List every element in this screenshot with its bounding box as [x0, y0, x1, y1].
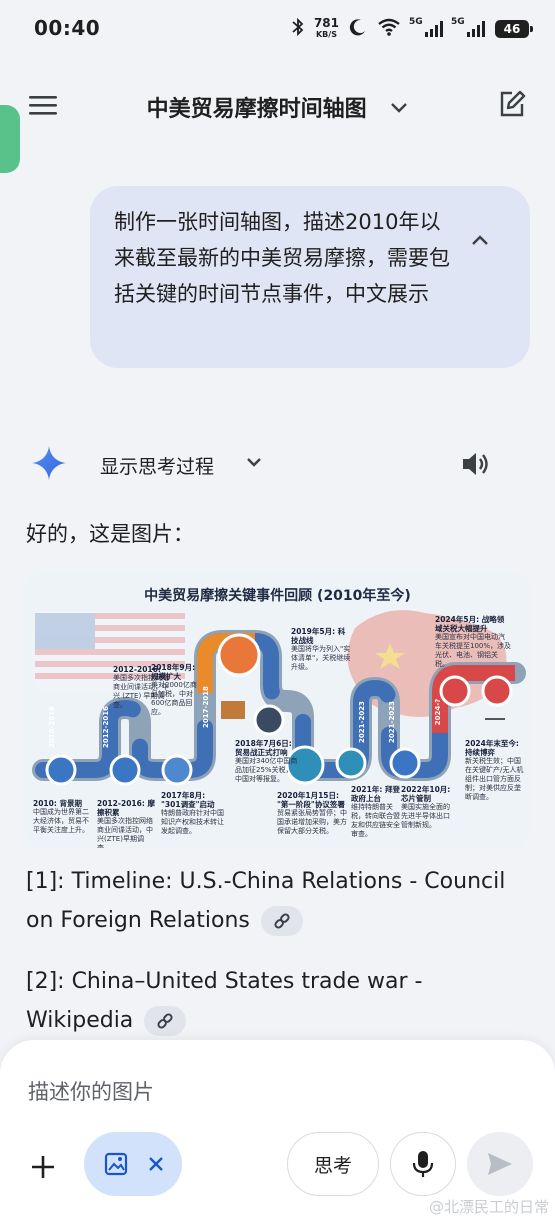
event-heading: 2024年末至今: 持续博弈 [465, 739, 519, 757]
event-heading: 2021年: 拜登政府上台 [351, 785, 400, 803]
battery-icon: 46 [495, 20, 533, 38]
reference-link-button[interactable] [260, 906, 303, 936]
event-2021: 2021年: 拜登政府上台 维持特朗普关税，转向联合盟友和供应链安全审查。 [351, 785, 401, 839]
signal-sim2-icon: 5G [451, 17, 485, 37]
bluetooth-icon [292, 17, 304, 42]
event-2018-07: 2018年7月6日: 贸易战正式打响 美国对340亿中国商品加征25%关税，中国对… [235, 739, 299, 784]
event-heading: 2018年7月6日: 贸易战正式打响 [235, 739, 292, 757]
year-segment-2: 2012-2016 [101, 706, 110, 748]
event-heading: 2018年9月: 规模扩大 [151, 663, 196, 681]
moon-icon [349, 18, 367, 41]
event-heading: 2019年5月: 科技战线 [291, 627, 346, 645]
year-segment-5: 2021-2023 [387, 701, 396, 743]
wifi-icon [377, 18, 401, 41]
link-icon [157, 1013, 173, 1029]
event-body: 美对2000亿商品加税，中对600亿商品回应。 [151, 681, 197, 716]
event-heading: 2010: 背景期 [33, 799, 82, 808]
new-chat-button[interactable] [495, 86, 529, 122]
event-body: 美国宣布对中国电动汽车关税提至100%，涉及光伏、电池、钢铝关税。 [435, 633, 512, 668]
event-2022-10: 2022年10月: 芯片管制 美国实施全面的先进半导体出口管制新规。 [401, 785, 455, 830]
microphone-button[interactable] [390, 1132, 456, 1196]
think-mode-button[interactable]: 思考 [287, 1132, 379, 1196]
network-speed: 781 KB/S [313, 16, 339, 40]
page-title: 中美贸易摩擦时间轴图 [146, 97, 367, 122]
collapse-message-button[interactable] [466, 226, 494, 254]
status-icons: 781 KB/S 5G 5G 46 [292, 14, 533, 44]
edit-icon [500, 90, 526, 117]
reference-item[interactable]: [1]: Timeline: U.S.-China Relations - Co… [26, 862, 526, 940]
link-icon [274, 913, 290, 929]
image-tool-chip[interactable] [84, 1132, 182, 1196]
speaker-icon [463, 453, 488, 475]
event-heading: 2022年10月: 芯片管制 [401, 785, 451, 803]
year-segment-1: 2010-2016 [47, 706, 56, 748]
show-thinking-toggle[interactable]: 显示思考过程 [100, 452, 214, 479]
event-heading: 2020年1月15日: "第一阶段"协议签署 [277, 791, 345, 809]
response-intro-text: 好的，这是图片： [26, 522, 194, 546]
status-time: 00:40 [34, 16, 101, 40]
event-2019-05: 2019年5月: 科技战线 美国将华为列入"实体清单"，关税继续升级。 [291, 627, 351, 672]
user-message-bubble: 制作一张时间轴图，描述2010年以来截至最新的中美贸易摩擦，需要包括关键的时间节… [90, 186, 530, 368]
event-body: 贸易紧张局势暂停；中国承诺增加采购，美方保留大部分关税。 [277, 809, 347, 835]
event-body: 美国对340亿中国商品加征25%关税，中国对等报复。 [235, 757, 298, 783]
gemini-sparkle-icon [31, 445, 67, 481]
chevron-up-icon [472, 235, 488, 245]
chevron-down-icon[interactable] [244, 452, 264, 472]
year-segment-6: 2024-? [434, 698, 443, 726]
signal-sim1-icon: 5G [409, 17, 443, 37]
conversation-title-button[interactable]: 中美贸易摩擦时间轴图 [0, 91, 555, 123]
event-body: 特朗普政府针对中国知识产权和技术转让发起调查。 [161, 809, 224, 835]
event-2024-late: 2024年末至今: 持续博弈 新关税生效；中国在关键矿产/无人机组件出口管方面反制… [465, 739, 525, 802]
prompt-input[interactable]: 描述你的图片 [28, 1076, 154, 1106]
chevron-down-icon [390, 95, 408, 120]
reference-label: [2]: China–United States trade war - Wik… [26, 969, 423, 1033]
year-segment-4: 2021-2023 [357, 701, 366, 743]
event-2010: 2010: 背景期 中国成为世界第二大经济体，贸易不平衡关注度上升。 [33, 799, 95, 835]
reference-link-button[interactable] [144, 1006, 187, 1036]
microphone-icon [412, 1151, 434, 1177]
send-button[interactable] [467, 1132, 533, 1196]
event-body: 维持特朗普关税，转向联合盟友和供应链安全审查。 [351, 803, 400, 838]
event-body: 美国将华为列入"实体清单"，关税继续升级。 [291, 645, 351, 671]
event-body: 新关税生效；中国在关键矿产/无人机组件出口管方面反制；对美供应反垄断调查。 [465, 757, 524, 801]
event-2020-01: 2020年1月15日: "第一阶段"协议签署 贸易紧张局势暂停；中国承诺增加采购，… [277, 791, 351, 836]
add-attachment-button[interactable] [26, 1150, 60, 1184]
event-body: 美国多次指控网络商业间谍活动，中兴(ZTE)早期调查。 [97, 817, 153, 848]
composer-panel: 描述你的图片 思考 @北漂民工的日常 [0, 1040, 555, 1221]
year-segment-3: 2017-2018 [201, 686, 210, 728]
net-speed-unit: KB/S [315, 30, 337, 39]
image-generate-icon [104, 1152, 128, 1176]
event-2012-2016: 2012-2016: 摩擦积累 美国多次指控网络商业间谍活动，中兴(ZTE)早期调… [97, 799, 157, 848]
read-aloud-button[interactable] [459, 446, 495, 482]
reference-item[interactable]: [2]: China–United States trade war - Wik… [26, 962, 526, 1040]
event-body: 中国成为世界第二大经济体，贸易不平衡关注度上升。 [33, 808, 89, 834]
infographic-title: 中美贸易摩擦关键事件回顾 (2010年至今) [144, 588, 411, 604]
watermark: @北漂民工的日常 [428, 1198, 549, 1216]
sim2-label: 5G [451, 17, 465, 27]
event-2024-05: 2024年5月: 战略领域关税大幅提升 美国宣布对中国电动汽车关税提至100%，涉… [435, 615, 511, 669]
top-bar: 中美贸易摩擦时间轴图 [0, 62, 555, 148]
event-2017-08: 2017年8月: "301调查"启动 特朗普政府针对中国知识产权和技术转让发起调查… [161, 791, 227, 836]
user-message-text: 制作一张时间轴图，描述2010年以来截至最新的中美贸易摩擦，需要包括关键的时间节… [114, 210, 450, 306]
event-heading: 2017年8月: "301调查"启动 [161, 791, 215, 809]
event-2018-09: 2018年9月: 规模扩大 美对2000亿商品加税，中对600亿商品回应。 [151, 663, 203, 717]
plus-icon [32, 1156, 54, 1178]
event-heading: 2012-2016: 摩擦积累 [97, 799, 155, 817]
close-icon[interactable] [148, 1156, 164, 1172]
sim1-label: 5G [409, 17, 423, 27]
status-bar: 00:40 781 KB/S 5G 5G 46 [0, 0, 555, 60]
send-icon [488, 1153, 512, 1175]
net-speed-value: 781 [313, 16, 339, 30]
event-heading: 2024年5月: 战略领域关税大幅提升 [435, 615, 505, 633]
generated-timeline-image[interactable]: 中美贸易摩擦关键事件回顾 (2010年至今) 2010-2016 2012-20… [25, 573, 530, 848]
response-header: 显示思考过程 [0, 440, 555, 490]
battery-level: 46 [503, 22, 521, 36]
event-body: 美国实施全面的先进半导体出口管制新规。 [401, 803, 450, 829]
